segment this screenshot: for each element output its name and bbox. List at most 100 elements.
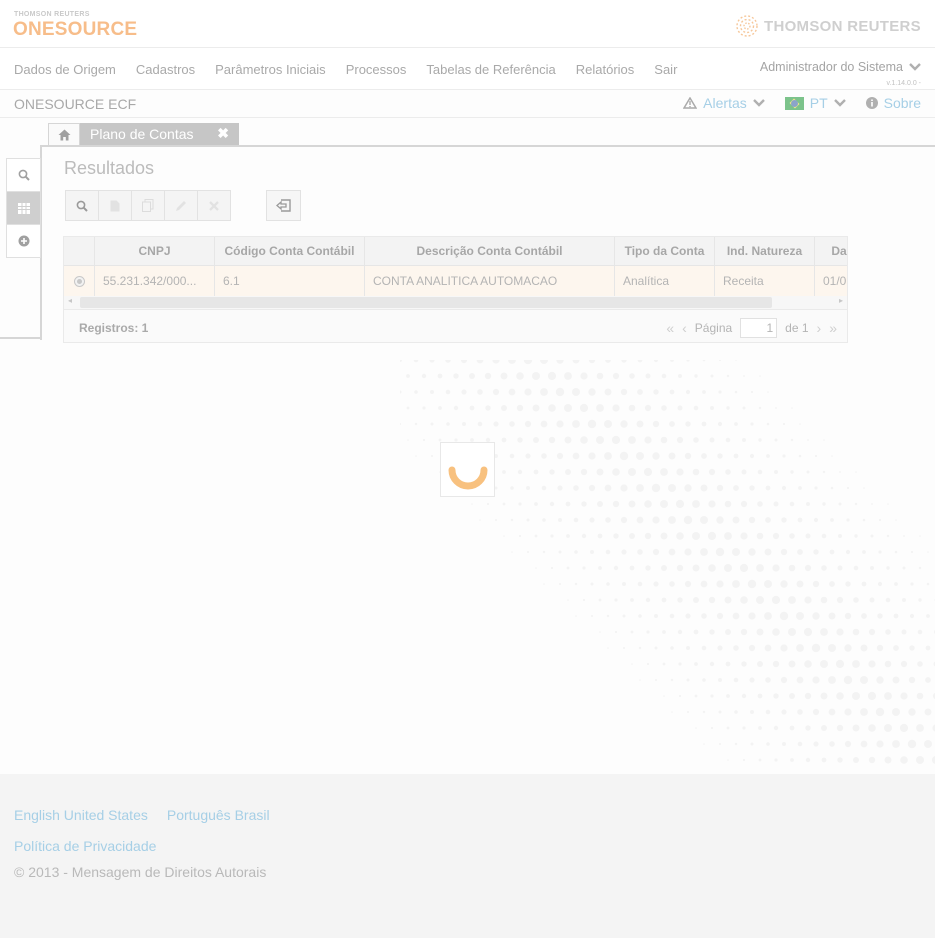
background-dot	[493, 421, 499, 427]
column-header-tipo[interactable]: Tipo da Conta	[615, 237, 715, 265]
prev-page-icon[interactable]: ‹	[682, 320, 687, 336]
tab-plano-de-contas[interactable]: Plano de Contas ✖	[80, 123, 239, 145]
background-dot	[909, 645, 915, 651]
background-dot	[925, 645, 931, 651]
background-dot	[502, 470, 506, 474]
delete-button[interactable]	[197, 190, 231, 221]
background-dot	[766, 422, 770, 426]
scroll-left-icon[interactable]: ◂	[68, 296, 72, 305]
background-dot	[620, 516, 628, 524]
background-dot	[798, 486, 802, 490]
background-dot	[677, 597, 683, 603]
background-dot	[612, 468, 620, 476]
background-dot	[741, 693, 747, 699]
table-row[interactable]: 55.231.342/000... 6.1 CONTA ANALITICA AU…	[64, 266, 847, 296]
user-menu[interactable]: Administrador do Sistema	[760, 60, 921, 74]
background-dot	[629, 533, 635, 539]
background-dot	[572, 360, 580, 364]
scroll-right-icon[interactable]: ▸	[839, 296, 843, 305]
privacy-policy-link[interactable]: Política de Privacidade	[14, 838, 156, 854]
onesource-logo[interactable]: ONESOURCE	[13, 19, 137, 41]
background-dot	[692, 564, 700, 572]
first-page-icon[interactable]: «	[666, 320, 674, 336]
background-dot	[517, 437, 523, 443]
background-dot	[902, 598, 906, 602]
menu-tabelas-de-referencia[interactable]: Tabelas de Referência	[426, 62, 555, 77]
background-dot	[612, 372, 620, 380]
background-dot	[773, 725, 779, 731]
side-search-button[interactable]	[6, 158, 41, 192]
background-dot	[701, 453, 707, 459]
copy-button[interactable]	[131, 190, 165, 221]
background-dot	[702, 360, 706, 362]
scrollbar-thumb[interactable]	[80, 297, 772, 308]
export-button[interactable]	[266, 190, 301, 221]
background-dot	[718, 390, 722, 394]
column-header-codigo[interactable]: Código Conta Contábil	[215, 237, 365, 265]
background-dot	[709, 661, 715, 667]
background-dot	[758, 726, 762, 730]
background-dot	[903, 535, 905, 537]
language-label: PT	[809, 95, 828, 111]
last-page-icon[interactable]: »	[829, 320, 837, 336]
background-dot	[575, 615, 577, 617]
close-tab-icon[interactable]: ✖	[217, 125, 229, 142]
search-button[interactable]	[65, 190, 99, 221]
side-add-button[interactable]	[6, 224, 41, 258]
background-dot	[829, 549, 835, 555]
background-dot	[726, 406, 730, 410]
background-dot	[604, 452, 612, 460]
menu-dados-de-origem[interactable]: Dados de Origem	[14, 62, 116, 77]
new-button[interactable]	[98, 190, 132, 221]
language-menu[interactable]: PT	[784, 95, 846, 111]
background-dot	[437, 373, 443, 379]
background-dot	[526, 518, 530, 522]
background-dot	[876, 644, 884, 652]
background-dot	[605, 360, 611, 363]
background-dot	[606, 582, 610, 586]
column-header-natureza[interactable]: Ind. Natureza	[715, 237, 815, 265]
background-dot	[806, 502, 810, 506]
column-header-cnpj[interactable]: CNPJ	[95, 237, 215, 265]
edit-icon	[176, 200, 186, 211]
next-page-icon[interactable]: ›	[817, 320, 822, 336]
background-dot	[652, 420, 660, 428]
background-dot	[623, 647, 625, 649]
row-radio-button[interactable]	[73, 275, 85, 287]
page-number-input[interactable]: 1	[740, 318, 778, 338]
edit-button[interactable]	[164, 190, 198, 221]
background-dot	[813, 549, 819, 555]
background-dot	[653, 581, 659, 587]
background-dot	[431, 455, 433, 457]
alerts-menu[interactable]: Alertas	[683, 95, 765, 111]
menu-cadastros[interactable]: Cadastros	[136, 62, 195, 77]
menu-sair[interactable]: Sair	[654, 62, 677, 77]
background-dot	[652, 516, 660, 524]
column-header-descricao[interactable]: Descrição Conta Contábil	[365, 237, 615, 265]
background-dot	[599, 631, 601, 633]
background-dot	[660, 532, 668, 540]
background-dot	[612, 404, 620, 412]
background-dot	[628, 404, 636, 412]
tab-home[interactable]	[48, 123, 80, 145]
background-dot	[685, 421, 691, 427]
about-link[interactable]: Sobre	[865, 95, 921, 111]
side-table-button[interactable]	[6, 191, 41, 225]
row-select-cell[interactable]	[64, 266, 95, 296]
background-dot	[814, 454, 818, 458]
menu-parametros-iniciais[interactable]: Parâmetros Iniciais	[215, 62, 326, 77]
background-dot	[758, 438, 762, 442]
menu-relatorios[interactable]: Relatórios	[576, 62, 635, 77]
menu-processos[interactable]: Processos	[346, 62, 407, 77]
language-link-english[interactable]: English United States	[14, 807, 148, 823]
background-dot	[564, 404, 572, 412]
column-header-data[interactable]: Da	[815, 237, 847, 265]
plus-circle-icon	[18, 235, 29, 247]
background-dot	[725, 469, 731, 475]
background-dot	[860, 644, 868, 652]
horizontal-scrollbar[interactable]: ◂ ▸	[64, 296, 847, 309]
background-dot	[852, 660, 860, 668]
background-dot	[572, 388, 580, 396]
background-dot	[925, 677, 931, 683]
language-link-portuguese[interactable]: Português Brasil	[167, 807, 270, 823]
